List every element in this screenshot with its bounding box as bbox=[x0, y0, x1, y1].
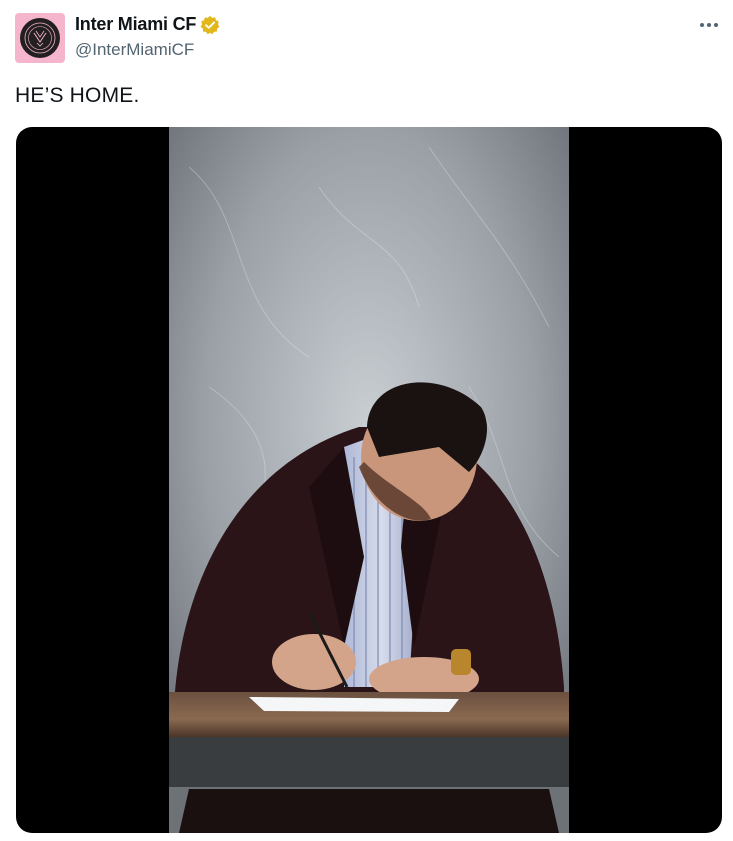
author-name-row: Inter Miami CF bbox=[75, 14, 220, 35]
tweet-text: HE’S HOME. bbox=[15, 84, 140, 107]
avatar[interactable] bbox=[15, 13, 65, 63]
club-crest-icon bbox=[20, 18, 60, 58]
author-handle[interactable]: @InterMiamiCF bbox=[75, 40, 194, 60]
video-frame bbox=[169, 127, 569, 833]
author-display-name[interactable]: Inter Miami CF bbox=[75, 14, 196, 35]
video-player[interactable] bbox=[16, 127, 722, 833]
verified-badge-icon[interactable] bbox=[200, 15, 220, 35]
more-options-icon[interactable] bbox=[698, 14, 720, 36]
